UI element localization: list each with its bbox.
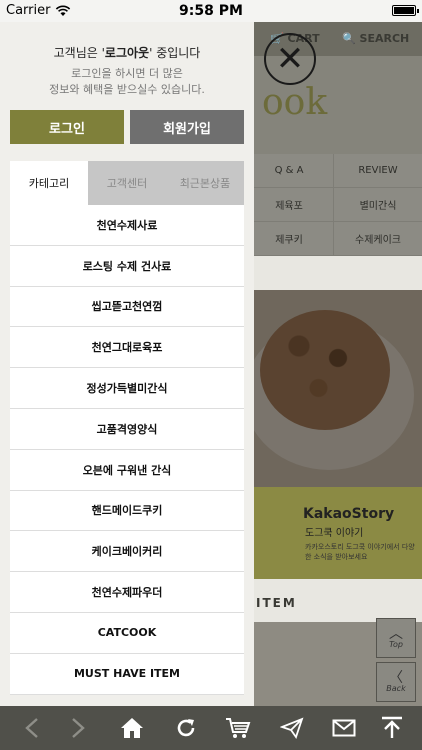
kakao-title: KakaoStory xyxy=(303,506,395,522)
bg-nav-jerky[interactable]: 제육포 xyxy=(244,188,333,221)
chevron-up-icon: ︿ xyxy=(389,625,403,642)
cart-icon[interactable] xyxy=(224,714,252,742)
bg-nav-row: Q & A REVIEW xyxy=(244,154,422,188)
status-time: 9:58 PM xyxy=(179,3,243,19)
category-menu: 천연수제사료 로스팅 수제 건사료 씹고뜯고천연껌 천연그대로육포 정성가득별미… xyxy=(10,205,244,695)
bg-nav-review[interactable]: REVIEW xyxy=(333,154,422,187)
side-drawer: 고객님은 '로그아웃' 중입니다 로그인을 하시면 더 많은 정보와 혜택을 받… xyxy=(0,22,254,706)
refresh-icon[interactable] xyxy=(172,714,200,742)
bg-nav-snack[interactable]: 별미간식 xyxy=(333,188,422,221)
menu-item[interactable]: 고품격영양식 xyxy=(10,409,244,450)
mail-icon[interactable] xyxy=(330,714,358,742)
menu-item[interactable]: 천연수제사료 xyxy=(10,205,244,246)
scroll-top-icon[interactable] xyxy=(378,714,406,742)
menu-item[interactable]: 씹고뜯고천연껌 xyxy=(10,287,244,328)
menu-item[interactable]: 핸드메이드쿠키 xyxy=(10,491,244,532)
share-icon[interactable] xyxy=(278,714,306,742)
tab-customer-center[interactable]: 고객센터 xyxy=(88,161,166,205)
bg-nav-row: 제육포 별미간식 xyxy=(244,188,422,222)
close-icon: ✕ xyxy=(275,39,305,79)
menu-item[interactable]: 천연그대로육포 xyxy=(10,327,244,369)
menu-item[interactable]: 천연수제파우더 xyxy=(10,572,244,613)
back-arrow-icon[interactable] xyxy=(18,714,46,742)
menu-item[interactable]: 로스팅 수제 건사료 xyxy=(10,246,244,287)
bg-nav-cookie[interactable]: 제쿠키 xyxy=(244,222,333,255)
tab-category[interactable]: 카테고리 xyxy=(10,161,88,205)
drawer-tabs: 카테고리 고객센터 최근본상품 xyxy=(10,161,244,205)
bg-nav-cake[interactable]: 수제케이크 xyxy=(333,222,422,255)
status-bar: Carrier 9:58 PM xyxy=(0,0,422,22)
back-button[interactable]: 〈 Back xyxy=(376,662,416,702)
bottom-toolbar xyxy=(0,706,422,750)
bg-item-heading: ITEM xyxy=(256,596,297,610)
menu-item[interactable]: 정성가득별미간식 xyxy=(10,368,244,409)
tab-recent-products[interactable]: 최근본상품 xyxy=(166,161,244,205)
kakao-note: 카카오스토리 도그쿡 이야기에서 다양한 소식을 받아보세요 xyxy=(305,543,415,561)
bg-nav-row: 제쿠키 수제케이크 xyxy=(244,222,422,256)
bg-nav: Q & A REVIEW 제육포 별미간식 제쿠키 수제케이크 xyxy=(244,154,422,256)
home-icon[interactable] xyxy=(118,714,146,742)
login-status-message: 고객님은 '로그아웃' 중입니다 xyxy=(53,46,201,60)
login-button[interactable]: 로그인 xyxy=(10,110,124,144)
menu-item[interactable]: 케이크베이커리 xyxy=(10,531,244,573)
food-image xyxy=(260,310,390,430)
close-drawer-button[interactable]: ✕ xyxy=(264,33,316,85)
kakao-subtitle: 도그쿡 이야기 xyxy=(305,528,364,539)
bg-search-link[interactable]: 🔍 SEARCH xyxy=(342,32,409,45)
signup-button[interactable]: 회원가입 xyxy=(130,110,244,144)
menu-item[interactable]: MUST HAVE ITEM xyxy=(10,654,244,695)
menu-item[interactable]: 오븐에 구워낸 간식 xyxy=(10,450,244,491)
scroll-top-button[interactable]: ︿ Top xyxy=(376,618,416,658)
login-hint: 로그인을 하시면 더 많은 정보와 혜택을 받으실수 있습니다. xyxy=(49,67,205,96)
forward-arrow-icon[interactable] xyxy=(64,714,92,742)
bg-nav-qna[interactable]: Q & A xyxy=(244,154,333,187)
battery-icon xyxy=(392,5,419,16)
chevron-left-icon: 〈 xyxy=(389,669,403,686)
menu-item[interactable]: CATCOOK xyxy=(10,613,244,654)
bg-product-photo xyxy=(244,290,422,500)
bg-logo: ook xyxy=(262,82,328,123)
